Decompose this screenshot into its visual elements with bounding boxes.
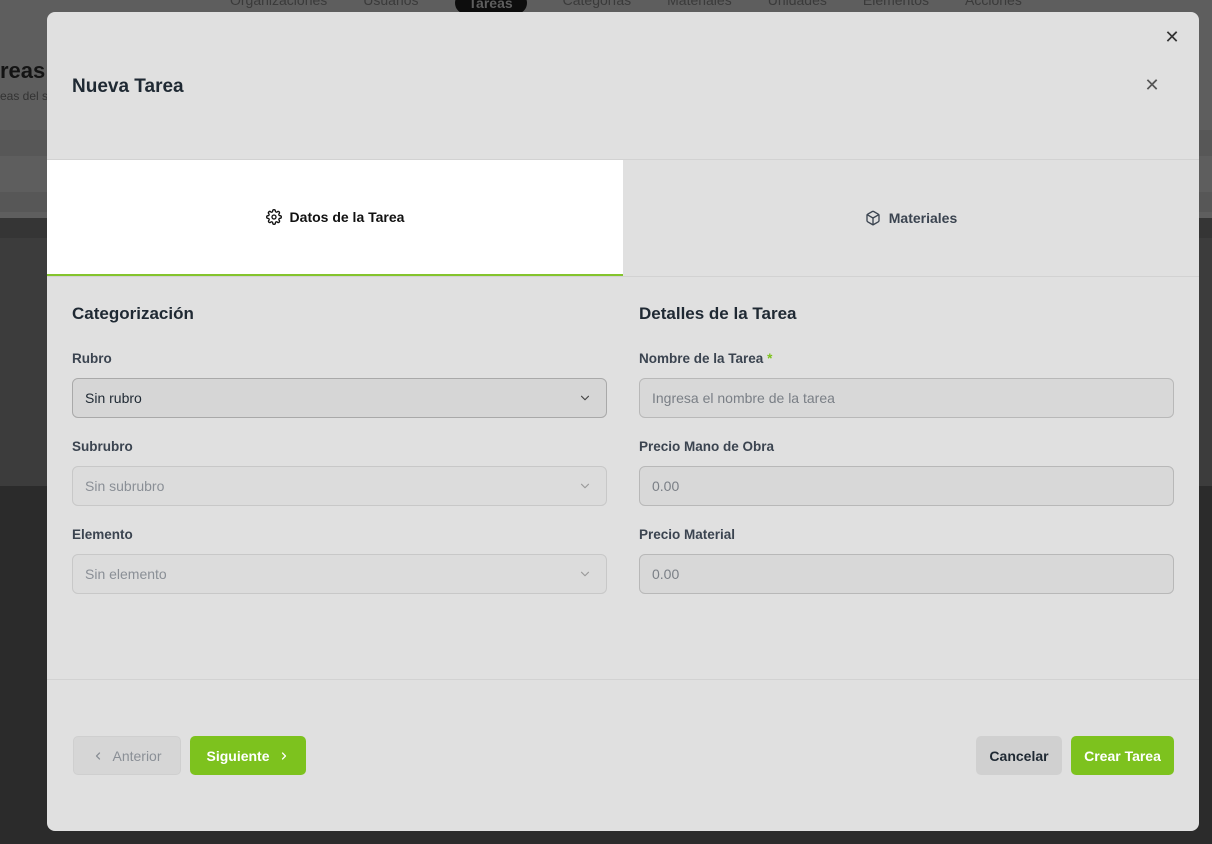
- modal-title: Nueva Tarea: [72, 76, 184, 97]
- create-task-button-label: Crear Tarea: [1084, 747, 1161, 764]
- rubro-label: Rubro: [72, 351, 112, 366]
- task-details-section: Detalles de la Tarea Nombre de la Tarea …: [639, 302, 1174, 613]
- rubro-value: Sin rubro: [85, 390, 142, 406]
- tab-label: Datos de la Tarea: [289, 209, 405, 225]
- cancel-button[interactable]: Cancelar: [976, 736, 1062, 775]
- elemento-select[interactable]: Sin elemento: [72, 554, 607, 594]
- subrubro-label: Subrubro: [72, 439, 133, 454]
- material-price-label: Precio Material: [639, 527, 736, 542]
- labor-price-label: Precio Mano de Obra: [639, 439, 775, 454]
- cube-icon: [866, 210, 880, 226]
- section-title: Detalles de la Tarea: [639, 304, 797, 323]
- gear-icon: [265, 209, 282, 225]
- chevron-down-icon: [580, 571, 590, 577]
- categorization-section: Categorización Rubro Sin rubro Subrubro …: [72, 302, 607, 613]
- task-name-label-text: Nombre de la Tarea: [639, 351, 764, 366]
- new-task-modal: ✕ Nueva Tarea ✕ Datos de la Tarea Materi…: [47, 12, 1199, 831]
- background-page-subtitle: eas del s: [0, 89, 49, 103]
- chevron-left-icon: [96, 751, 101, 760]
- material-price-placeholder: 0.00: [652, 566, 680, 582]
- section-title: Categorización: [72, 304, 194, 323]
- subrubro-value: Sin subrubro: [85, 478, 165, 494]
- close-icon[interactable]: ✕: [1143, 76, 1161, 94]
- tab-task-data[interactable]: Datos de la Tarea: [47, 160, 623, 276]
- previous-button-label: Anterior: [112, 747, 162, 764]
- tab-label: Materiales: [888, 210, 958, 226]
- material-price-input[interactable]: 0.00: [639, 554, 1174, 594]
- labor-price-placeholder: 0.00: [652, 478, 680, 494]
- rubro-select[interactable]: Sin rubro: [72, 378, 607, 418]
- chevron-down-icon: [580, 395, 590, 401]
- cancel-button-label: Cancelar: [989, 747, 1049, 764]
- chevron-right-icon: [281, 751, 286, 760]
- task-name-placeholder: Ingresa el nombre de la tarea: [652, 390, 835, 406]
- subrubro-select[interactable]: Sin subrubro: [72, 466, 607, 506]
- tab-materials[interactable]: Materiales: [623, 160, 1199, 276]
- task-name-input[interactable]: Ingresa el nombre de la tarea: [639, 378, 1174, 418]
- elemento-label: Elemento: [72, 527, 133, 542]
- create-task-button[interactable]: Crear Tarea: [1071, 736, 1174, 775]
- labor-price-input[interactable]: 0.00: [639, 466, 1174, 506]
- footer-divider: [47, 679, 1199, 680]
- modal-header: Nueva Tarea ✕: [47, 12, 1199, 160]
- chevron-down-icon: [580, 483, 590, 489]
- next-button[interactable]: Siguiente: [190, 736, 306, 775]
- modal-tabs: Datos de la Tarea Materiales: [47, 159, 1199, 277]
- elemento-value: Sin elemento: [85, 566, 167, 582]
- background-page-title: reas: [0, 58, 46, 83]
- task-name-label: Nombre de la Tarea *: [639, 349, 1174, 369]
- previous-button[interactable]: Anterior: [73, 736, 181, 775]
- next-button-label: Siguiente: [206, 747, 270, 764]
- required-mark: *: [767, 351, 773, 366]
